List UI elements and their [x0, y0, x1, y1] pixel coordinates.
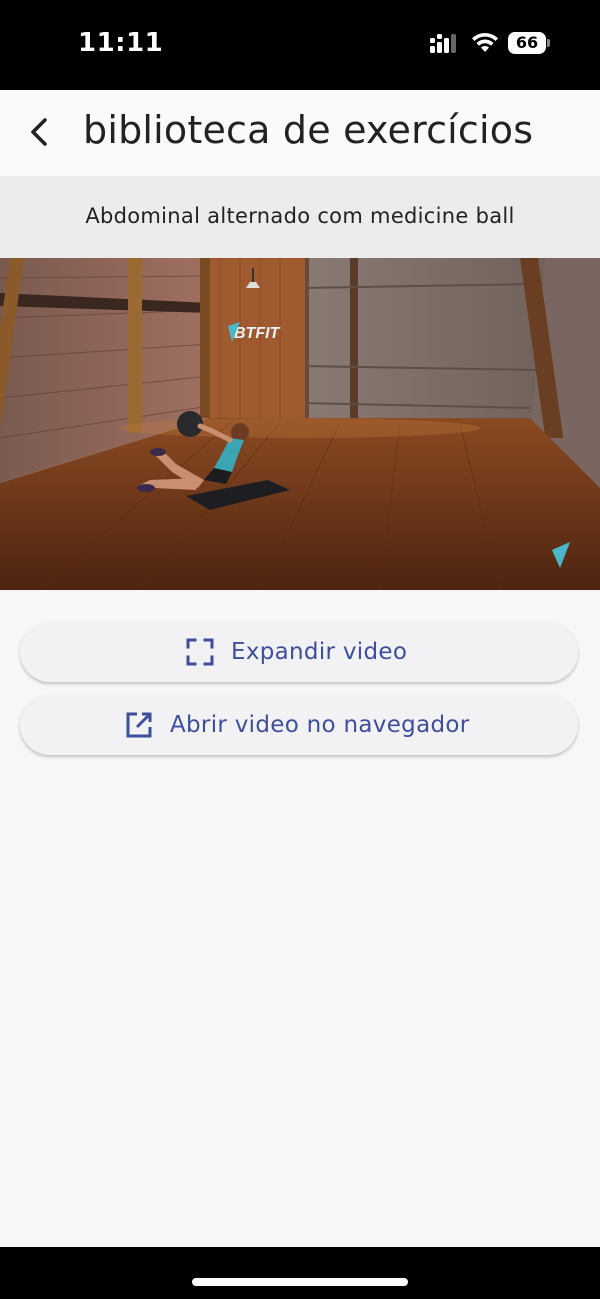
battery-level: 66 — [508, 32, 546, 54]
exercise-name: Abdominal alternado com medicine ball — [85, 204, 515, 228]
status-time: 11:11 — [78, 28, 164, 58]
home-indicator-area — [0, 1247, 600, 1299]
open-in-browser-button[interactable]: Abrir video no navegador — [20, 695, 578, 755]
home-indicator[interactable] — [192, 1278, 408, 1286]
expand-video-button[interactable]: Expandir video — [20, 622, 578, 682]
expand-video-label: Expandir video — [231, 639, 408, 665]
video-frame: BTFIT — [0, 258, 600, 590]
app-header: biblioteca de exercícios — [0, 90, 600, 176]
video-watermark-logo: BTFIT — [234, 325, 281, 342]
page-title: biblioteca de exercícios — [83, 108, 534, 152]
chevron-left-icon[interactable] — [20, 112, 60, 152]
status-bar: 11:11 66 — [0, 0, 600, 90]
cellular-signal-icon — [430, 34, 456, 53]
open-in-browser-label: Abrir video no navegador — [170, 712, 470, 738]
fullscreen-icon — [186, 638, 214, 666]
open-in-new-icon — [126, 712, 152, 738]
video-player[interactable]: BTFIT — [0, 258, 600, 590]
exercise-banner: Abdominal alternado com medicine ball — [0, 176, 600, 258]
battery-icon: 66 — [508, 32, 550, 54]
wifi-icon — [472, 32, 498, 52]
